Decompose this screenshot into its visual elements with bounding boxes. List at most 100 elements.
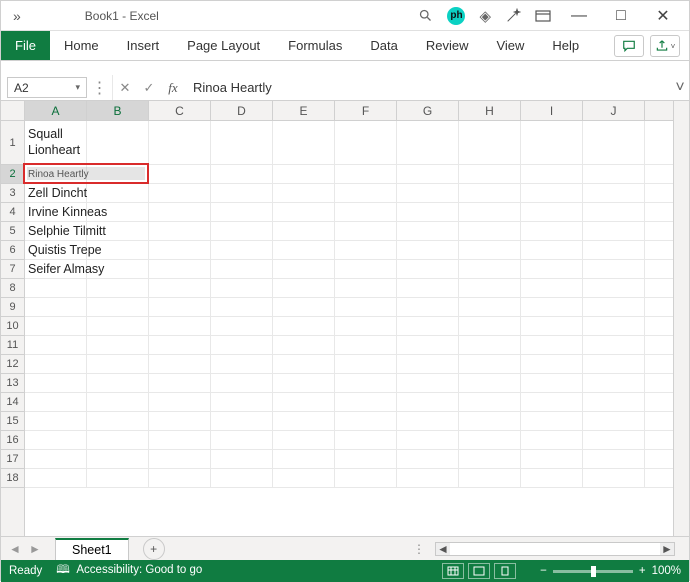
cell-I10[interactable]: [521, 317, 583, 335]
row-header-7[interactable]: 7: [1, 260, 24, 279]
cell-A1[interactable]: Squall Lionheart: [25, 121, 87, 164]
cell-F15[interactable]: [335, 412, 397, 430]
cell-C8[interactable]: [149, 279, 211, 297]
cell-C18[interactable]: [149, 469, 211, 487]
cell-E3[interactable]: [273, 184, 335, 202]
cell-C4[interactable]: [149, 203, 211, 221]
cell-A6[interactable]: Quistis Trepe: [25, 241, 87, 259]
cell-I11[interactable]: [521, 336, 583, 354]
cell-I4[interactable]: [521, 203, 583, 221]
cell-J9[interactable]: [583, 298, 645, 316]
column-header-F[interactable]: F: [335, 101, 397, 120]
sheet-next-button[interactable]: ►: [25, 539, 45, 559]
cell-H16[interactable]: [459, 431, 521, 449]
cell-I13[interactable]: [521, 374, 583, 392]
cell-J4[interactable]: [583, 203, 645, 221]
cell-J13[interactable]: [583, 374, 645, 392]
cell-F11[interactable]: [335, 336, 397, 354]
cell-A8[interactable]: [25, 279, 87, 297]
tab-page-layout[interactable]: Page Layout: [173, 31, 274, 60]
cell-H4[interactable]: [459, 203, 521, 221]
cell-E11[interactable]: [273, 336, 335, 354]
cell-B5[interactable]: [87, 222, 149, 240]
cell-B13[interactable]: [87, 374, 149, 392]
cell-H15[interactable]: [459, 412, 521, 430]
cell-D9[interactable]: [211, 298, 273, 316]
minimize-button[interactable]: —: [565, 5, 593, 27]
wand-icon[interactable]: [505, 8, 521, 24]
cell-I3[interactable]: [521, 184, 583, 202]
row-header-6[interactable]: 6: [1, 241, 24, 260]
cell-G4[interactable]: [397, 203, 459, 221]
cell-F14[interactable]: [335, 393, 397, 411]
cell-G16[interactable]: [397, 431, 459, 449]
cell-H3[interactable]: [459, 184, 521, 202]
tab-home[interactable]: Home: [50, 31, 113, 60]
row-header-5[interactable]: 5: [1, 222, 24, 241]
cells-area[interactable]: Squall LionheartRinoa HeartlyZell Dincht…: [25, 121, 673, 536]
cell-H6[interactable]: [459, 241, 521, 259]
cell-C10[interactable]: [149, 317, 211, 335]
cell-B4[interactable]: [87, 203, 149, 221]
cell-I18[interactable]: [521, 469, 583, 487]
cell-H8[interactable]: [459, 279, 521, 297]
row-header-18[interactable]: 18: [1, 469, 24, 488]
cell-E16[interactable]: [273, 431, 335, 449]
insert-function-button[interactable]: fx: [161, 75, 185, 100]
cell-A15[interactable]: [25, 412, 87, 430]
cell-H13[interactable]: [459, 374, 521, 392]
column-header-I[interactable]: I: [521, 101, 583, 120]
cell-C17[interactable]: [149, 450, 211, 468]
cell-G17[interactable]: [397, 450, 459, 468]
cell-I17[interactable]: [521, 450, 583, 468]
cell-I15[interactable]: [521, 412, 583, 430]
cell-H9[interactable]: [459, 298, 521, 316]
cell-J6[interactable]: [583, 241, 645, 259]
row-header-12[interactable]: 12: [1, 355, 24, 374]
cell-C5[interactable]: [149, 222, 211, 240]
display-options-icon[interactable]: [535, 10, 551, 22]
cell-E17[interactable]: [273, 450, 335, 468]
column-header-A[interactable]: A: [25, 101, 87, 120]
cell-G8[interactable]: [397, 279, 459, 297]
cell-E18[interactable]: [273, 469, 335, 487]
cell-B3[interactable]: [87, 184, 149, 202]
cell-I8[interactable]: [521, 279, 583, 297]
cell-J11[interactable]: [583, 336, 645, 354]
cell-G18[interactable]: [397, 469, 459, 487]
cell-H11[interactable]: [459, 336, 521, 354]
cell-D16[interactable]: [211, 431, 273, 449]
cell-A18[interactable]: [25, 469, 87, 487]
cell-F12[interactable]: [335, 355, 397, 373]
cell-B15[interactable]: [87, 412, 149, 430]
name-box[interactable]: A2 ▾: [7, 77, 87, 98]
column-header-H[interactable]: H: [459, 101, 521, 120]
cell-A11[interactable]: [25, 336, 87, 354]
cell-C14[interactable]: [149, 393, 211, 411]
cell-B18[interactable]: [87, 469, 149, 487]
column-header-D[interactable]: D: [211, 101, 273, 120]
cell-B16[interactable]: [87, 431, 149, 449]
cell-F3[interactable]: [335, 184, 397, 202]
cell-H7[interactable]: [459, 260, 521, 278]
cell-C6[interactable]: [149, 241, 211, 259]
cell-F2[interactable]: [335, 165, 397, 183]
expand-formula-bar-button[interactable]: ˅: [671, 75, 689, 100]
cell-F10[interactable]: [335, 317, 397, 335]
row-header-8[interactable]: 8: [1, 279, 24, 298]
cell-F9[interactable]: [335, 298, 397, 316]
cell-E6[interactable]: [273, 241, 335, 259]
cell-C11[interactable]: [149, 336, 211, 354]
maximize-button[interactable]: □: [607, 5, 635, 27]
cell-C1[interactable]: [149, 121, 211, 164]
close-button[interactable]: ✕: [649, 5, 677, 27]
add-sheet-button[interactable]: +: [143, 538, 165, 560]
cell-F16[interactable]: [335, 431, 397, 449]
cell-G1[interactable]: [397, 121, 459, 164]
cell-I14[interactable]: [521, 393, 583, 411]
cell-H12[interactable]: [459, 355, 521, 373]
cell-A9[interactable]: [25, 298, 87, 316]
cell-I9[interactable]: [521, 298, 583, 316]
cell-B2[interactable]: [87, 165, 149, 183]
cell-D8[interactable]: [211, 279, 273, 297]
